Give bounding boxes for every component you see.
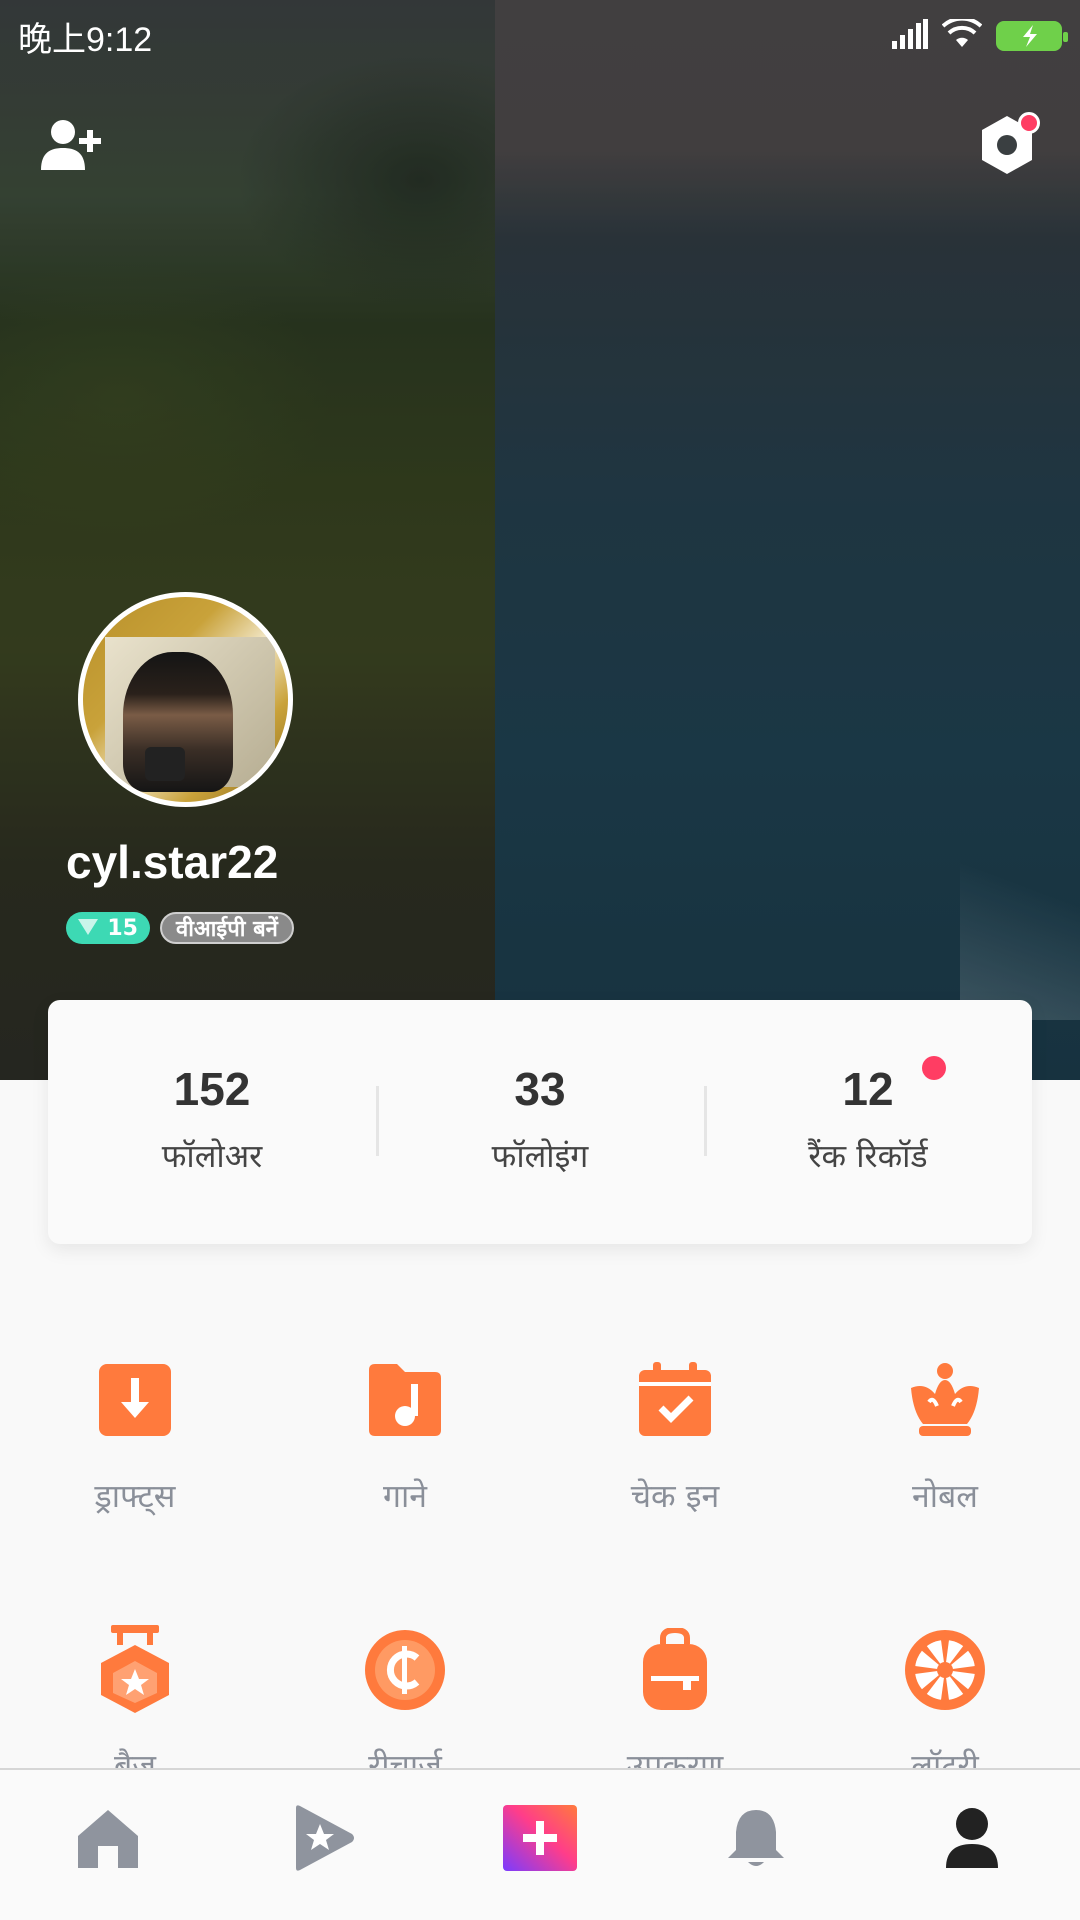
- diamond-icon: [78, 916, 98, 941]
- username: cyl.star22: [66, 836, 279, 888]
- rank-notification-dot: [922, 1056, 946, 1080]
- star-play-icon: [292, 1804, 356, 1876]
- songs-folder-icon: [363, 1358, 447, 1442]
- status-bar: 晚上9:12: [0, 0, 1080, 72]
- following-count: 33: [514, 1063, 566, 1115]
- level-badge[interactable]: 15: [66, 912, 150, 944]
- nav-featured[interactable]: [274, 1790, 374, 1890]
- followers-label: फॉलोअर: [161, 1137, 263, 1175]
- noble-crown-icon: [903, 1358, 987, 1442]
- stats-card: 152 फॉलोअर 33 फॉलोइंग 12 रैंक रिकॉर्ड: [48, 1000, 1032, 1244]
- followers-stat[interactable]: 152 फॉलोअर: [48, 1000, 376, 1244]
- following-label: फॉलोइंग: [491, 1137, 589, 1175]
- menu-item-drafts[interactable]: ड्राफ्ट्स: [0, 1350, 270, 1620]
- menu-item-songs[interactable]: गाने: [270, 1350, 540, 1620]
- wifi-icon: [941, 16, 983, 53]
- level-value: 15: [107, 915, 138, 941]
- menu-label: चेक इन: [630, 1477, 720, 1515]
- rank-record-label: रैंक रिकॉर्ड: [808, 1137, 928, 1175]
- add-user-icon: [41, 118, 105, 176]
- badge-medal-icon: [93, 1625, 177, 1713]
- settings-notification-dot: [1018, 112, 1040, 134]
- backpack-icon: [633, 1628, 717, 1712]
- badge-row: 15 वीआईपी बनें: [66, 912, 294, 944]
- settings-button[interactable]: [972, 112, 1042, 182]
- notification-bell-icon: [726, 1806, 786, 1874]
- following-stat[interactable]: 33 फॉलोइंग: [376, 1000, 704, 1244]
- lottery-wheel-icon: [903, 1628, 987, 1712]
- menu-item-check-in[interactable]: चेक इन: [540, 1350, 810, 1620]
- nav-create[interactable]: [490, 1790, 590, 1890]
- nav-profile[interactable]: [922, 1790, 1022, 1890]
- nav-home[interactable]: [58, 1790, 158, 1890]
- avatar[interactable]: [78, 592, 293, 807]
- create-plus-icon: [503, 1805, 577, 1875]
- menu-label: नोबल: [911, 1477, 979, 1515]
- status-time: 晚上9:12: [18, 20, 153, 59]
- add-friend-button[interactable]: [38, 112, 108, 182]
- battery-charging-icon: [996, 21, 1068, 51]
- menu-label: ड्राफ्ट्स: [94, 1477, 176, 1515]
- drafts-download-icon: [93, 1358, 177, 1442]
- home-icon: [76, 1806, 140, 1874]
- nav-notifications[interactable]: [706, 1790, 806, 1890]
- become-vip-button[interactable]: वीआईपी बनें: [160, 912, 294, 944]
- bottom-nav: [0, 1768, 1080, 1920]
- signal-icon: [892, 19, 928, 53]
- rank-record-count: 12: [842, 1063, 894, 1115]
- check-in-calendar-icon: [633, 1358, 717, 1442]
- menu-item-noble[interactable]: नोबल: [810, 1350, 1080, 1620]
- followers-count: 152: [173, 1063, 251, 1115]
- rank-record-stat[interactable]: 12 रैंक रिकॉर्ड: [704, 1000, 1032, 1244]
- recharge-coin-icon: [363, 1628, 447, 1712]
- profile-person-icon: [942, 1806, 1002, 1874]
- menu-label: गाने: [382, 1477, 428, 1515]
